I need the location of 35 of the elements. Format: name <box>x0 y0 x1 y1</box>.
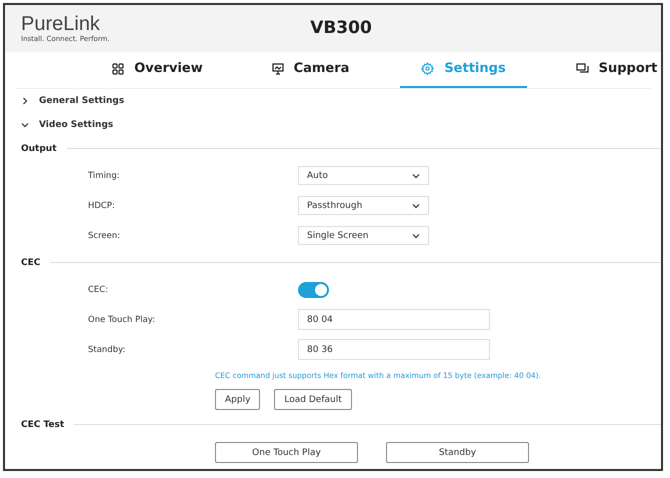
dropdown[interactable]: Passthrough <box>298 196 429 216</box>
panel-header[interactable]: Video Settings <box>39 120 114 130</box>
logo: PureLink <box>21 13 101 36</box>
grid-icon <box>112 62 124 75</box>
field-label: Screen: <box>88 230 122 241</box>
chevron-icon <box>412 232 420 240</box>
field-label: CEC: <box>88 284 110 295</box>
section-title: Output <box>21 144 57 154</box>
nav-tab[interactable]: Overview <box>94 52 221 88</box>
field-label: One Touch Play: <box>88 314 156 325</box>
field-label: HDCP: <box>88 200 116 211</box>
dropdown[interactable]: Single Screen <box>298 226 429 246</box>
action-button[interactable]: Load Default <box>274 389 352 410</box>
nav-tab[interactable]: Support <box>553 52 661 88</box>
chat-icon <box>576 62 589 75</box>
chevron-icon <box>21 96 29 105</box>
input-field[interactable]: 80 04 <box>298 309 490 330</box>
input-field[interactable]: 80 36 <box>298 339 490 360</box>
field-label: Timing: <box>88 170 121 181</box>
chevron-icon <box>412 202 420 210</box>
test-button[interactable]: Standby <box>386 442 529 464</box>
action-button[interactable]: Apply <box>215 389 260 410</box>
section-title: CEC Test <box>21 420 64 430</box>
page-title: VB300 <box>310 18 372 38</box>
monitor-icon <box>272 62 284 75</box>
panel-header[interactable]: General Settings <box>39 96 124 106</box>
dropdown[interactable]: Auto <box>298 166 429 186</box>
toggle-switch[interactable] <box>298 282 329 298</box>
nav-tab[interactable]: Camera <box>247 52 374 88</box>
section-title: CEC <box>21 258 40 268</box>
chevron-icon <box>412 172 420 180</box>
field-label: Standby: <box>88 344 126 355</box>
chevron-icon <box>21 120 29 129</box>
test-button[interactable]: One Touch Play <box>215 442 358 464</box>
settings-icon <box>421 62 434 76</box>
